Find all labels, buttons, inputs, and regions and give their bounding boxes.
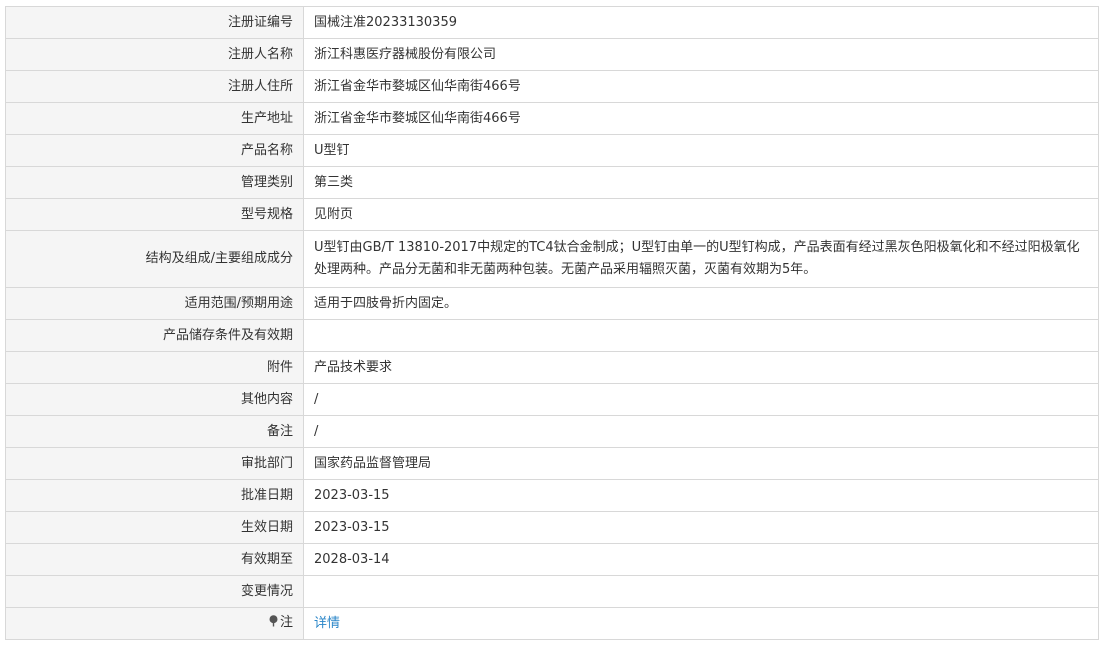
pin-icon	[269, 613, 278, 635]
row-value-management-class: 第三类	[303, 166, 1099, 199]
table-row: 生效日期 2023-03-15	[5, 511, 1099, 544]
row-label-intended-use: 适用范围/预期用途	[5, 287, 304, 320]
row-value-approval-dept: 国家药品监督管理局	[303, 447, 1099, 480]
table-row: 备注 /	[5, 415, 1099, 448]
row-label-model-spec: 型号规格	[5, 198, 304, 231]
row-value-other-content: /	[303, 383, 1099, 416]
table-row: 注册证编号 国械注准20233130359	[5, 6, 1099, 39]
table-row: 其他内容 /	[5, 383, 1099, 416]
row-value-model-spec: 见附页	[303, 198, 1099, 231]
row-value-product-name: U型钉	[303, 134, 1099, 167]
row-label-remarks: 备注	[5, 415, 304, 448]
table-row: 变更情况	[5, 575, 1099, 608]
row-label-approval-date: 批准日期	[5, 479, 304, 512]
table-row: 产品储存条件及有效期	[5, 319, 1099, 352]
note-label: 注	[279, 615, 293, 630]
table-row: 注册人名称 浙江科惠医疗器械股份有限公司	[5, 38, 1099, 71]
table-row: 附件 产品技术要求	[5, 351, 1099, 384]
row-value-attachment: 产品技术要求	[303, 351, 1099, 384]
row-value-storage-conditions	[303, 319, 1099, 352]
row-value-note: 详情	[303, 607, 1099, 640]
row-value-remarks: /	[303, 415, 1099, 448]
row-value-change-status	[303, 575, 1099, 608]
row-label-storage-conditions: 产品储存条件及有效期	[5, 319, 304, 352]
table-row: 生产地址 浙江省金华市婺城区仙华南街466号	[5, 102, 1099, 135]
table-row: 管理类别 第三类	[5, 166, 1099, 199]
table-row: 适用范围/预期用途 适用于四肢骨折内固定。	[5, 287, 1099, 320]
table-row: 批准日期 2023-03-15	[5, 479, 1099, 512]
row-value-valid-until: 2028-03-14	[303, 543, 1099, 576]
row-label-product-name: 产品名称	[5, 134, 304, 167]
registration-table: 注册证编号 国械注准20233130359 注册人名称 浙江科惠医疗器械股份有限…	[5, 6, 1099, 640]
table-row: 型号规格 见附页	[5, 198, 1099, 231]
row-label-valid-until: 有效期至	[5, 543, 304, 576]
table-row: 注册人住所 浙江省金华市婺城区仙华南街466号	[5, 70, 1099, 103]
row-label-management-class: 管理类别	[5, 166, 304, 199]
row-label-registration-number: 注册证编号	[5, 6, 304, 39]
row-value-approval-date: 2023-03-15	[303, 479, 1099, 512]
row-label-approval-dept: 审批部门	[5, 447, 304, 480]
row-label-registrant-address: 注册人住所	[5, 70, 304, 103]
row-label-attachment: 附件	[5, 351, 304, 384]
details-link[interactable]: 详情	[314, 616, 340, 631]
registration-detail: 注册证编号 国械注准20233130359 注册人名称 浙江科惠医疗器械股份有限…	[5, 6, 1099, 640]
table-row: 产品名称 U型钉	[5, 134, 1099, 167]
table-row-note: 注 详情	[5, 607, 1099, 640]
row-label-note: 注	[5, 607, 304, 640]
row-value-registrant-address: 浙江省金华市婺城区仙华南街466号	[303, 70, 1099, 103]
table-row: 结构及组成/主要组成成分 U型钉由GB/T 13810-2017中规定的TC4钛…	[5, 230, 1099, 288]
row-label-registrant-name: 注册人名称	[5, 38, 304, 71]
row-value-registration-number: 国械注准20233130359	[303, 6, 1099, 39]
row-value-production-address: 浙江省金华市婺城区仙华南街466号	[303, 102, 1099, 135]
row-label-effective-date: 生效日期	[5, 511, 304, 544]
row-value-intended-use: 适用于四肢骨折内固定。	[303, 287, 1099, 320]
table-row: 有效期至 2028-03-14	[5, 543, 1099, 576]
row-value-effective-date: 2023-03-15	[303, 511, 1099, 544]
row-value-registrant-name: 浙江科惠医疗器械股份有限公司	[303, 38, 1099, 71]
row-label-production-address: 生产地址	[5, 102, 304, 135]
row-label-composition: 结构及组成/主要组成成分	[5, 230, 304, 288]
row-value-composition: U型钉由GB/T 13810-2017中规定的TC4钛合金制成；U型钉由单一的U…	[303, 230, 1099, 288]
table-row: 审批部门 国家药品监督管理局	[5, 447, 1099, 480]
row-label-change-status: 变更情况	[5, 575, 304, 608]
row-label-other-content: 其他内容	[5, 383, 304, 416]
